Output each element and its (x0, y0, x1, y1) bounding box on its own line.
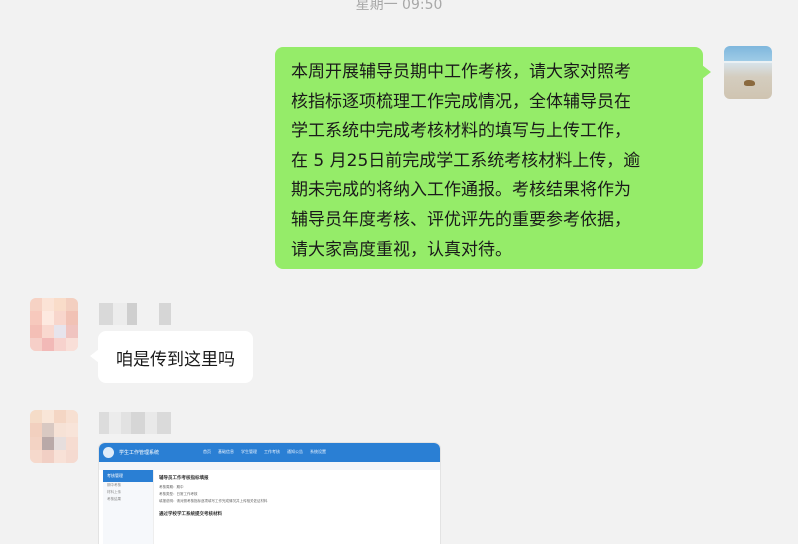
system-breadcrumb (99, 462, 440, 470)
contact-name-redacted (99, 303, 171, 325)
system-header-bar: 学生工作管理系统 首页 基础信息 学生管理 工作考核 通知公告 系统设置 (99, 443, 440, 462)
system-nav: 首页 基础信息 学生管理 工作考核 通知公告 系统设置 (203, 449, 326, 455)
outgoing-message-bubble[interactable]: 本周开展辅导员期中工作考核，请大家对照考 核指标逐项梳理工作完成情况，全体辅导员… (275, 47, 711, 269)
system-sidebar: 考核管理 期中考核 材料上传 考核结果 (103, 470, 154, 544)
system-text-line: 考核周期：期中 (159, 485, 184, 489)
system-nav-item: 基础信息 (218, 449, 234, 454)
pixelated-avatar (30, 410, 78, 463)
system-sidebar-item: 材料上传 (107, 490, 121, 494)
message-line: 在 5 月25日前完成学工系统考核材料上传，逾 (291, 150, 641, 171)
system-sidebar-title: 考核管理 (103, 470, 153, 482)
system-nav-item: 首页 (203, 449, 211, 454)
message-line: 辅导员年度考核、评优评先的重要参考依据， (291, 209, 631, 230)
message-line: 请大家高度重视，认真对待。 (291, 239, 512, 260)
system-page-title: 辅导员工作考核指标填报 (159, 476, 209, 481)
avatar-object (744, 80, 755, 86)
system-nav-item: 学生管理 (241, 449, 257, 454)
incoming-message-bubble[interactable]: 咱是传到这里吗 (90, 331, 253, 383)
message-line: 本周开展辅导员期中工作考核，请大家对照考 (291, 62, 631, 82)
message-line: 学工系统中完成考核材料的填写与上传工作， (291, 121, 631, 142)
contact-avatar[interactable] (30, 410, 78, 463)
self-avatar[interactable] (724, 46, 772, 99)
contact-avatar[interactable] (30, 298, 78, 351)
system-sidebar-item: 期中考核 (107, 483, 121, 487)
pixelated-avatar (30, 298, 78, 351)
school-logo-icon (103, 447, 114, 458)
system-main-content: 辅导员工作考核指标填报 考核周期：期中 考核类型：日常工作考核 填报说明：请对照… (159, 474, 434, 517)
image-message-thumbnail[interactable]: 学生工作管理系统 首页 基础信息 学生管理 工作考核 通知公告 系统设置 考核管… (99, 443, 440, 544)
message-timestamp: 星期一 09:50 (355, 0, 443, 13)
message-line: 期未完成的将纳入工作通报。考核结果将作为 (291, 180, 631, 201)
system-nav-item: 系统设置 (310, 449, 326, 454)
system-text-line: 考核类型：日常工作考核 (159, 492, 198, 496)
system-site-name: 学生工作管理系统 (119, 450, 160, 456)
avatar-horizon (724, 61, 772, 63)
message-line: 核指标逐项梳理工作完成情况，全体辅导员在 (291, 91, 631, 112)
system-text-line: 填报说明：请对照考核指标逐项填写工作完成情况并上传相关佐证材料 (159, 499, 268, 503)
system-sidebar-item: 考核结果 (107, 497, 121, 501)
chat-window: 星期一 09:50 本周开展辅导员期中工作考核，请大家对照考 核指标逐项梳理工作… (0, 0, 798, 544)
system-nav-item: 通知公告 (287, 449, 303, 454)
system-section-title: 通过学校学工系统提交考核材料 (159, 512, 222, 517)
system-nav-item: 工作考核 (264, 449, 280, 454)
contact-name-redacted (99, 412, 171, 434)
